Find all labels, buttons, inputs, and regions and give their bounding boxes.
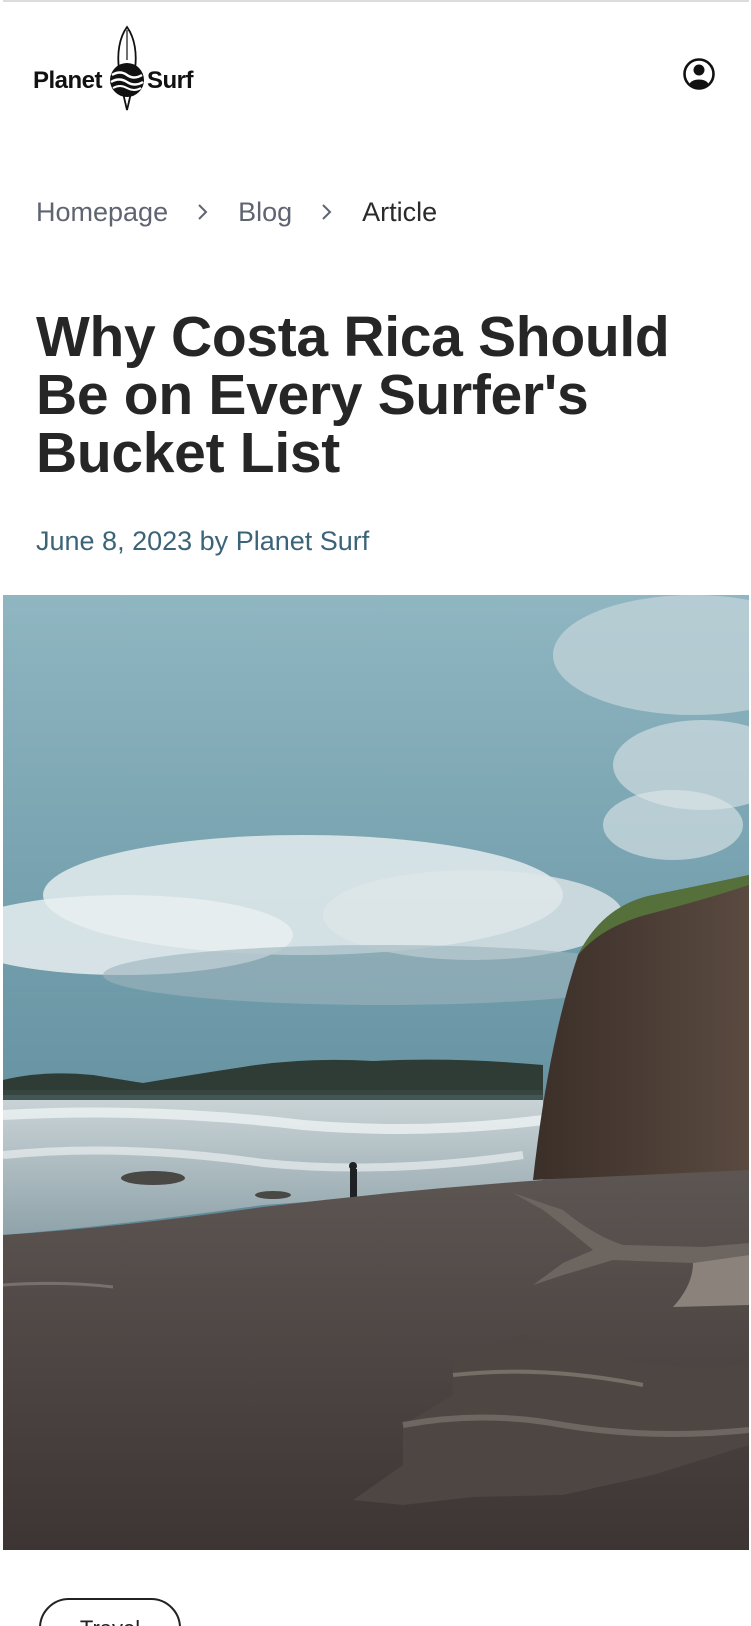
- hero-image: [3, 595, 749, 1550]
- user-circle-icon[interactable]: [682, 57, 716, 91]
- breadcrumb-homepage[interactable]: Homepage: [36, 197, 168, 228]
- chevron-right-icon: [168, 202, 238, 222]
- article-title: Why Costa Rica Should Be on Every Surfer…: [36, 305, 670, 485]
- article-meta: June 8, 2023 by Planet Surf: [36, 526, 369, 557]
- site-logo[interactable]: Planet Surf: [33, 24, 203, 114]
- page: Planet Surf Homepage Blog Article Why Co…: [3, 0, 749, 1626]
- breadcrumb: Homepage Blog Article: [36, 192, 437, 232]
- article-author[interactable]: Planet Surf: [236, 526, 370, 556]
- logo-text-right: Surf: [147, 67, 194, 94]
- breadcrumb-blog[interactable]: Blog: [238, 197, 292, 228]
- article-date: June 8, 2023: [36, 526, 193, 556]
- logo-text-left: Planet: [33, 67, 103, 94]
- breadcrumb-current: Article: [362, 196, 438, 227]
- site-header: Planet Surf: [3, 2, 749, 122]
- chevron-right-icon: [292, 202, 362, 222]
- beach-photo: [3, 595, 749, 1550]
- tag-travel-button[interactable]: Travel: [39, 1598, 181, 1626]
- surfboard-logo-icon: [110, 25, 144, 111]
- article-by: by: [199, 526, 229, 556]
